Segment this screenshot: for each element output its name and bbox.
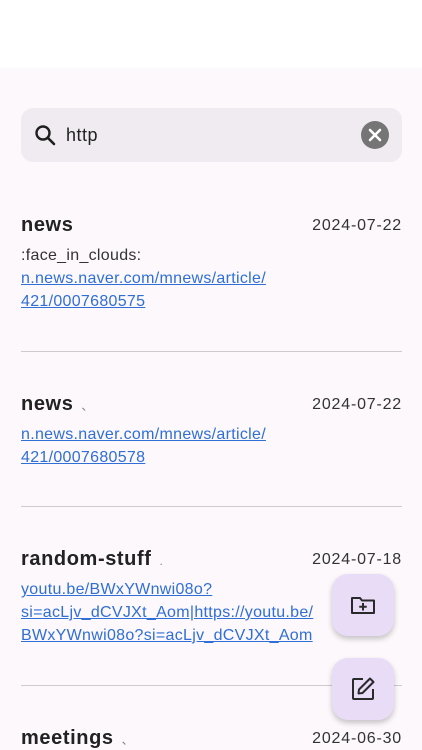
close-circle-icon [368,128,382,142]
note-title: news 、 [21,393,94,416]
compose-button[interactable] [332,658,394,720]
clear-search-button[interactable] [361,121,389,149]
note-date: 2024-07-22 [312,396,402,413]
list-item[interactable]: news 、 2024-07-22 n.news.naver.com/mnews/… [21,393,402,468]
note-link-line-1[interactable]: n.news.naver.com/mnews/article/ [21,426,266,444]
search-bar[interactable]: http [21,108,402,162]
divider [21,351,402,352]
note-text: :face_in_clouds: [21,247,142,264]
note-title-mark: 、 [81,399,95,413]
note-link-line-2[interactable]: 421/0007680578 [21,449,145,467]
note-title-text: news [21,393,74,415]
note-link-line-1[interactable]: n.news.naver.com/mnews/article/ [21,270,266,288]
note-link-line-3[interactable]: BWxYWnwi08o?si=acLjv_dCVJXt_Aom [21,627,313,645]
search-icon [33,123,57,147]
divider [21,506,402,507]
note-link-line-2[interactable]: si=acLjv_dCVJXt_Aom|https://youtu.be/ [21,604,313,622]
folder-plus-icon [351,597,375,614]
note-title-mark: . [159,554,164,568]
notes-search-screen: http news 2024-07-22 :face_in_clouds: n.… [0,68,422,750]
status-bar-area [0,0,422,68]
note-date: 2024-07-22 [312,217,402,234]
note-title: news [21,214,74,236]
note-title-mark: 、 [121,733,135,747]
note-date: 2024-07-18 [312,551,402,568]
note-date: 2024-06-30 [312,730,402,747]
note-title: random-stuff. [21,548,163,571]
note-title-text: random-stuff [21,548,152,570]
edit-icon [352,677,375,700]
note-title-text: meetings [21,727,114,749]
list-item[interactable]: meetings 、 2024-06-30 [21,727,402,750]
note-title: meetings 、 [21,727,134,750]
note-link-line-1[interactable]: youtu.be/BWxYWnwi08o? [21,581,212,599]
new-folder-button[interactable] [332,574,394,636]
note-link-line-2[interactable]: 421/0007680575 [21,293,145,311]
list-item[interactable]: news 2024-07-22 :face_in_clouds: n.news.… [21,214,402,314]
search-input[interactable]: http [66,108,356,162]
